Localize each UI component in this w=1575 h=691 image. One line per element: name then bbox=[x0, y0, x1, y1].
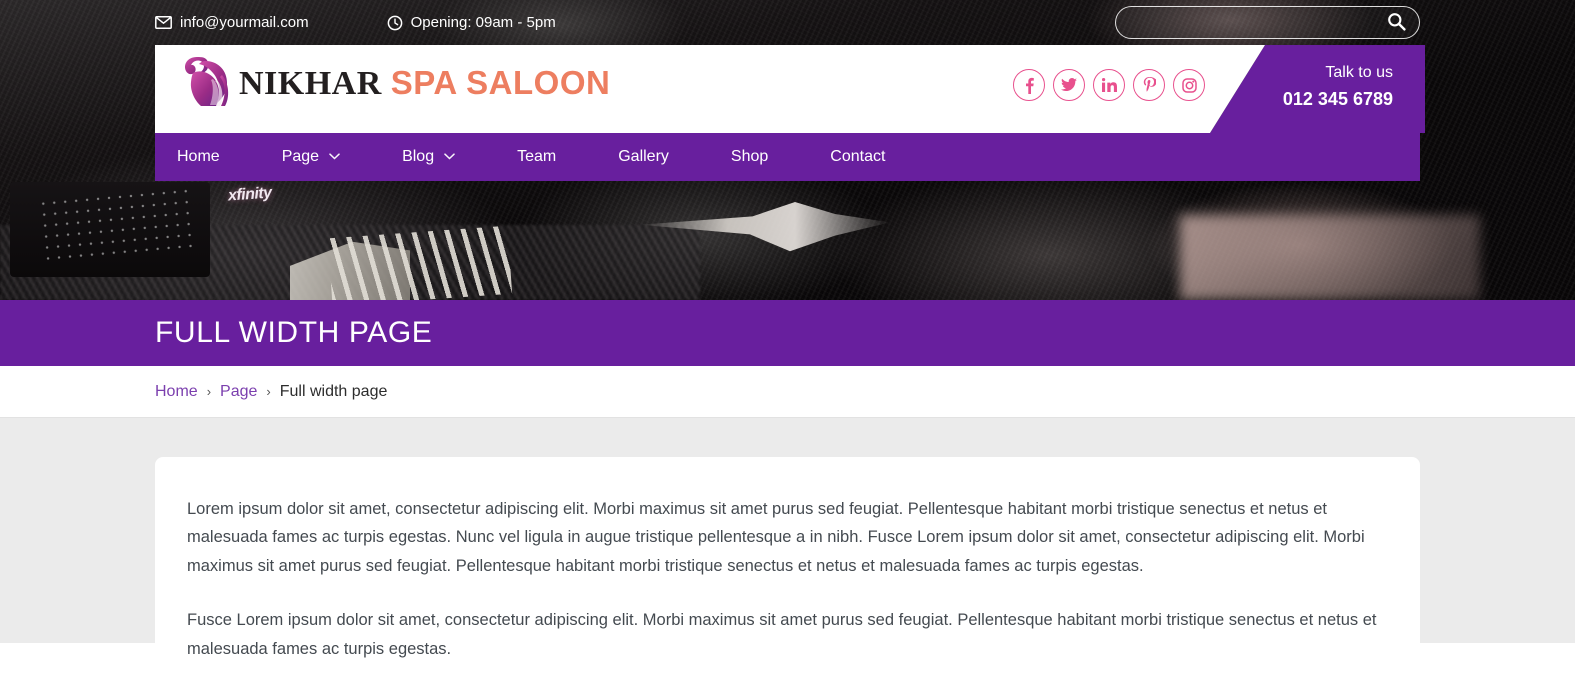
logo-wordmark: NIKHAR SPA SALOON bbox=[239, 64, 610, 103]
facebook-icon[interactable] bbox=[1013, 69, 1045, 101]
envelope-icon bbox=[155, 16, 172, 29]
twitter-icon[interactable] bbox=[1053, 69, 1085, 101]
nav-item-shop[interactable]: Shop bbox=[731, 148, 768, 166]
hero-comb bbox=[327, 225, 513, 300]
nav-item-home[interactable]: Home bbox=[177, 148, 220, 166]
chevron-down-icon bbox=[329, 151, 340, 163]
search-box[interactable] bbox=[1115, 6, 1420, 39]
nav-label: Page bbox=[281, 148, 320, 165]
nav-item-contact[interactable]: Contact bbox=[830, 148, 885, 166]
logo-name-secondary: SPA SALOON bbox=[390, 63, 611, 101]
email-info[interactable]: info@yourmail.com bbox=[155, 14, 309, 31]
content-paragraph-2: Fusce Lorem ipsum dolor sit amet, consec… bbox=[187, 611, 1377, 658]
hero-device-brandmark: xfinity bbox=[227, 184, 273, 205]
hero-device-vents bbox=[37, 185, 193, 267]
contact-phone[interactable]: 012 345 6789 bbox=[1283, 88, 1393, 111]
nav-label: Home bbox=[177, 148, 220, 165]
opening-hours: Opening: 09am - 5pm bbox=[387, 14, 556, 31]
clock-icon bbox=[387, 15, 403, 31]
contact-label: Talk to us bbox=[1325, 64, 1393, 81]
instagram-icon[interactable] bbox=[1173, 69, 1205, 101]
content-area: Lorem ipsum dolor sit amet, consectetur … bbox=[0, 418, 1575, 691]
email-text: info@yourmail.com bbox=[180, 14, 309, 31]
opening-hours-text: Opening: 09am - 5pm bbox=[410, 14, 556, 31]
site-logo[interactable]: NIKHAR SPA SALOON bbox=[177, 53, 610, 113]
search-button[interactable] bbox=[1377, 7, 1419, 38]
nav-item-team[interactable]: Team bbox=[517, 148, 556, 166]
main-navigation: Home Page Blog Team Gallery Shop Contact bbox=[155, 133, 1420, 181]
hero-section: xfinity info@yourmail.com Opening: 09am … bbox=[0, 0, 1575, 300]
page-title-band: FULL WIDTH PAGE bbox=[0, 300, 1575, 366]
logo-name-primary: NIKHAR bbox=[239, 64, 391, 102]
search-icon bbox=[1387, 12, 1406, 34]
breadcrumb-separator: › bbox=[206, 384, 212, 399]
nav-item-blog[interactable]: Blog bbox=[402, 148, 455, 166]
chevron-down-icon bbox=[444, 151, 455, 163]
search-input[interactable] bbox=[1116, 7, 1377, 38]
nav-label: Team bbox=[517, 148, 557, 165]
woman-hair-bun-icon bbox=[177, 53, 239, 113]
hero-blurred-object bbox=[1180, 215, 1480, 300]
nav-label: Contact bbox=[830, 148, 886, 165]
nav-label: Shop bbox=[730, 148, 769, 165]
nav-label: Gallery bbox=[618, 148, 669, 165]
nav-label: Blog bbox=[402, 148, 435, 165]
logo-bar: NIKHAR SPA SALOON Talk to us 012 345 678… bbox=[155, 45, 1425, 133]
breadcrumb-separator: › bbox=[266, 384, 271, 399]
page-title: FULL WIDTH PAGE bbox=[155, 316, 433, 349]
breadcrumb-home[interactable]: Home bbox=[155, 383, 198, 401]
contact-block: Talk to us 012 345 6789 bbox=[1283, 63, 1393, 111]
nav-item-gallery[interactable]: Gallery bbox=[618, 148, 669, 166]
social-links bbox=[1013, 69, 1205, 101]
content-paragraph-1: Lorem ipsum dolor sit amet, consectetur … bbox=[187, 500, 1365, 575]
breadcrumb: Home › Page › Full width page bbox=[0, 366, 1575, 418]
linkedin-icon[interactable] bbox=[1093, 69, 1125, 101]
nav-item-page[interactable]: Page bbox=[282, 148, 340, 166]
pinterest-icon[interactable] bbox=[1133, 69, 1165, 101]
content-card: Lorem ipsum dolor sit amet, consectetur … bbox=[155, 457, 1420, 691]
breadcrumb-current: Full width page bbox=[279, 382, 388, 400]
breadcrumb-page[interactable]: Page bbox=[220, 383, 257, 401]
